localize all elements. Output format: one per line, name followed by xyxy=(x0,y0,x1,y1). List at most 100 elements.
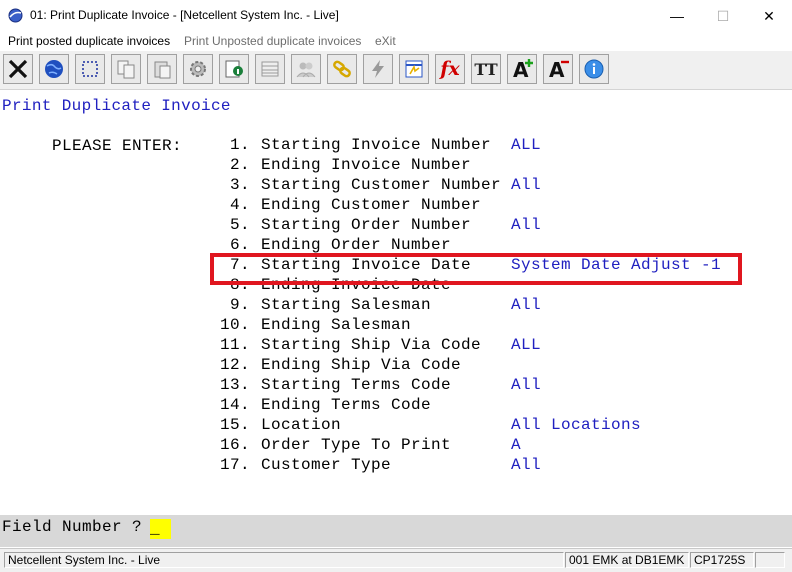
info-button[interactable] xyxy=(219,54,249,84)
field-row: 17. Customer Type All xyxy=(0,456,792,476)
minimize-button[interactable]: — xyxy=(654,0,700,32)
field-row: 10. Ending Salesman xyxy=(0,316,792,336)
field-number: 10. xyxy=(219,316,250,334)
field-row: 13. Starting Terms Code All xyxy=(0,376,792,396)
field-label: Order Type To Print xyxy=(261,436,452,454)
field-number: 12. xyxy=(219,356,250,374)
field-number: 6. xyxy=(229,236,250,254)
field-number: 1. xyxy=(229,136,250,154)
status-program: CP1725S xyxy=(690,552,754,568)
screen-title: Print Duplicate Invoice xyxy=(2,97,231,115)
list-button[interactable] xyxy=(255,54,285,84)
spreadsheet-icon xyxy=(405,60,423,78)
users-icon xyxy=(296,62,316,78)
field-row: 15. Location All Locations xyxy=(0,416,792,436)
field-value: All xyxy=(511,296,542,314)
field-label: Ending Customer Number xyxy=(261,196,482,214)
field-number: 2. xyxy=(229,156,250,174)
toolbar: fx TT A A xyxy=(0,51,792,90)
terminal-screen: Print Duplicate Invoice PLEASE ENTER: 1.… xyxy=(0,90,792,515)
field-number: 17. xyxy=(219,456,250,474)
field-row: 11. Starting Ship Via Code ALL xyxy=(0,336,792,356)
list-grid-icon xyxy=(261,61,279,77)
field-label: Starting Customer Number xyxy=(261,176,502,194)
field-label: Starting Ship Via Code xyxy=(261,336,482,354)
field-label: Starting Terms Code xyxy=(261,376,452,394)
status-extra xyxy=(755,552,785,568)
field-value: All xyxy=(511,176,542,194)
select-button[interactable] xyxy=(75,54,105,84)
menu-print-posted[interactable]: Print posted duplicate invoices xyxy=(8,34,170,48)
field-number: 16. xyxy=(219,436,250,454)
lightning-button[interactable] xyxy=(363,54,393,84)
copy-button[interactable] xyxy=(111,54,141,84)
paste-icon xyxy=(154,61,171,79)
field-number: 14. xyxy=(219,396,250,414)
globe-button[interactable] xyxy=(39,54,69,84)
field-row: 1. Starting Invoice Number ALL xyxy=(0,136,792,156)
font-increase-button[interactable]: A xyxy=(507,54,537,84)
field-row: 9. Starting Salesman All xyxy=(0,296,792,316)
field-number: 13. xyxy=(219,376,250,394)
field-value: All xyxy=(511,376,542,394)
globe-icon xyxy=(45,60,63,78)
menu-print-unposted[interactable]: Print Unposted duplicate invoices xyxy=(184,34,361,48)
status-bar: Netcellent System Inc. - Live 001 EMK at… xyxy=(0,548,792,572)
field-value: ALL xyxy=(511,336,542,354)
copy-icon xyxy=(117,60,135,79)
field-label: Ending Order Number xyxy=(261,236,452,254)
field-row: 12. Ending Ship Via Code xyxy=(0,356,792,376)
field-value: A xyxy=(511,436,522,454)
lightning-icon xyxy=(372,60,384,78)
help-icon xyxy=(584,59,604,79)
field-value: ALL xyxy=(511,136,542,154)
field-label: Starting Salesman xyxy=(261,296,432,314)
info-document-icon xyxy=(225,60,243,78)
window-title: 01: Print Duplicate Invoice - [Netcellen… xyxy=(30,8,339,22)
field-label: Location xyxy=(261,416,342,434)
font-button[interactable]: TT xyxy=(471,54,501,84)
status-company: Netcellent System Inc. - Live xyxy=(4,552,564,568)
field-number: 11. xyxy=(219,336,250,354)
spreadsheet-button[interactable] xyxy=(399,54,429,84)
users-button[interactable] xyxy=(291,54,321,84)
help-button[interactable] xyxy=(579,54,609,84)
field-number-label: Field Number ? xyxy=(2,518,143,536)
menu-bar: Print posted duplicate invoices Print Un… xyxy=(0,32,792,51)
close-x-button[interactable] xyxy=(3,54,33,84)
close-x-icon xyxy=(8,59,28,79)
settings-gear-icon xyxy=(190,61,206,77)
field-value: All Locations xyxy=(511,416,642,434)
menu-exit[interactable]: eXit xyxy=(375,34,396,48)
font-decrease-icon: A xyxy=(549,58,569,82)
field-value: All xyxy=(511,216,542,234)
font-decrease-button[interactable]: A xyxy=(543,54,573,84)
field-row: 14. Ending Terms Code xyxy=(0,396,792,416)
app-logo-icon xyxy=(8,8,23,23)
link-button[interactable] xyxy=(327,54,357,84)
paste-button[interactable] xyxy=(147,54,177,84)
font-size-icon: TT xyxy=(474,59,498,79)
select-rectangle-icon xyxy=(82,61,98,77)
field-row: 3. Starting Customer Number All xyxy=(0,176,792,196)
field-number: 9. xyxy=(229,296,250,314)
close-window-button[interactable]: ✕ xyxy=(746,0,792,32)
settings-button[interactable] xyxy=(183,54,213,84)
field-number-input[interactable] xyxy=(150,519,171,539)
field-row: 16. Order Type To Print A xyxy=(0,436,792,456)
highlight-box xyxy=(210,253,742,285)
field-number: 15. xyxy=(219,416,250,434)
field-number: 3. xyxy=(229,176,250,194)
function-button[interactable]: fx xyxy=(435,54,465,84)
field-value: All xyxy=(511,456,542,474)
field-row: 5. Starting Order Number All xyxy=(0,216,792,236)
field-label: Starting Invoice Number xyxy=(261,136,492,154)
field-prompt-area: Field Number ? xyxy=(0,515,792,547)
field-label: Starting Order Number xyxy=(261,216,472,234)
link-chain-icon xyxy=(333,60,351,78)
field-label: Ending Terms Code xyxy=(261,396,432,414)
title-bar: 01: Print Duplicate Invoice - [Netcellen… xyxy=(0,0,792,32)
field-row: 2. Ending Invoice Number xyxy=(0,156,792,176)
maximize-button[interactable]: ☐ xyxy=(700,0,746,32)
field-label: Customer Type xyxy=(261,456,392,474)
